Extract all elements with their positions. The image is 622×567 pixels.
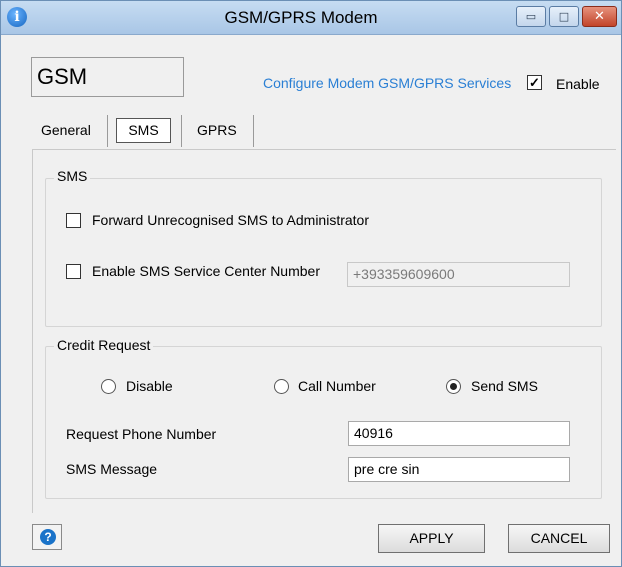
dialog-window: i GSM/GPRS Modem ▭ □ ✕ GSM Configure Mod…	[0, 0, 622, 567]
maximize-button[interactable]: □	[549, 6, 579, 27]
info-icon: i	[7, 7, 27, 27]
service-center-checkbox[interactable]	[66, 264, 81, 279]
window-title: GSM/GPRS Modem	[224, 8, 378, 27]
credit-request-legend: Credit Request	[54, 337, 154, 353]
help-icon: ?	[40, 529, 56, 545]
enable-checkbox[interactable]: ✓	[527, 75, 542, 90]
sms-message-label: SMS Message	[66, 461, 158, 477]
apply-button[interactable]: APPLY	[378, 524, 485, 553]
minimize-button[interactable]: ▭	[516, 6, 546, 27]
mode-display: GSM	[31, 57, 184, 97]
forward-sms-checkbox[interactable]	[66, 213, 81, 228]
radio-call-number-label: Call Number	[298, 378, 376, 394]
configure-services-link[interactable]: Configure Modem GSM/GPRS Services	[263, 75, 511, 91]
radio-call-number[interactable]	[274, 379, 289, 394]
help-button[interactable]: ?	[32, 524, 62, 550]
tab-separator	[107, 115, 108, 147]
sms-message-field[interactable]: pre cre sin	[348, 457, 570, 482]
service-center-number-field[interactable]: +393359609600	[347, 262, 570, 287]
service-center-label: Enable SMS Service Center Number	[92, 263, 320, 279]
radio-send-sms-label: Send SMS	[471, 378, 538, 394]
tab-general[interactable]: General	[41, 122, 91, 138]
sms-groupbox	[45, 178, 602, 327]
tab-sms[interactable]: SMS	[116, 118, 171, 143]
radio-disable-label: Disable	[126, 378, 173, 394]
request-phone-number-field[interactable]: 40916	[348, 421, 570, 446]
enable-label: Enable	[556, 76, 600, 92]
tab-separator	[253, 115, 254, 147]
sms-group-legend: SMS	[54, 168, 91, 184]
checkmark-icon: ✓	[529, 75, 540, 90]
title-bar[interactable]: i GSM/GPRS Modem ▭ □ ✕	[1, 1, 621, 35]
request-phone-number-label: Request Phone Number	[66, 426, 217, 442]
tab-gprs[interactable]: GPRS	[197, 122, 237, 138]
radio-send-sms[interactable]	[446, 379, 461, 394]
radio-selected-dot	[450, 383, 457, 390]
close-button[interactable]: ✕	[582, 6, 617, 27]
radio-disable[interactable]	[101, 379, 116, 394]
forward-sms-label: Forward Unrecognised SMS to Administrato…	[92, 212, 369, 228]
tab-separator	[181, 115, 182, 147]
cancel-button[interactable]: CANCEL	[508, 524, 610, 553]
